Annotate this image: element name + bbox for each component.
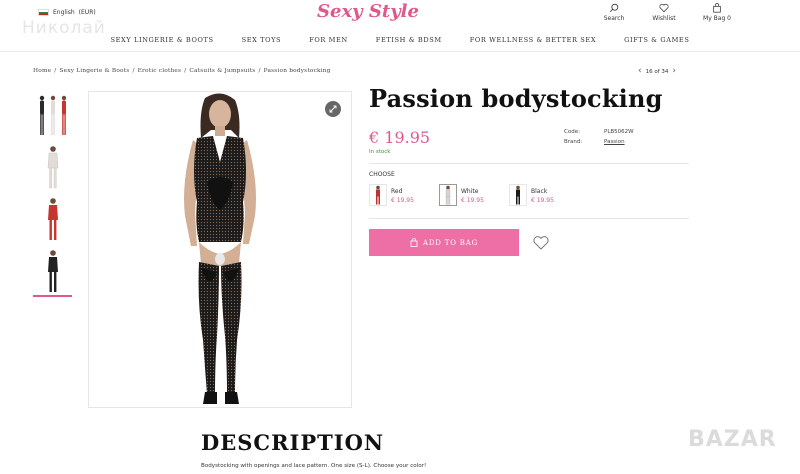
variant-swatch <box>509 184 527 206</box>
product-photo <box>184 93 256 404</box>
thumbnail-image <box>39 95 66 135</box>
thumbnail-black[interactable] <box>33 247 72 297</box>
search-label: Search <box>603 15 625 22</box>
breadcrumb-catsuits[interactable]: Catsuits & Jumpsuits <box>189 68 255 74</box>
product-meta: Code: PLB5062W Brand: Passion <box>564 129 634 149</box>
bag-icon <box>410 238 418 247</box>
main-nav: SEXY LINGERIE & BOOTS SEX TOYS FOR MEN F… <box>0 28 800 52</box>
code-label: Code: <box>564 129 580 135</box>
bag-icon <box>713 3 721 13</box>
nav-item-sex-toys[interactable]: SEX TOYS <box>228 36 296 44</box>
product-title: Passion bodystocking <box>369 84 663 113</box>
currency-label: (EUR) <box>78 9 96 16</box>
top-bar: English (EUR) Николай Sexy Style Search … <box>0 0 800 38</box>
bag-label: My Bag 0 <box>703 15 731 22</box>
color-variants: Red € 19.95 White € 19.95 Black € 19.95 <box>369 184 567 206</box>
product-price: € 19.95 <box>369 128 431 147</box>
expand-icon <box>329 105 337 113</box>
divider <box>369 163 689 164</box>
variant-name: White <box>461 188 479 195</box>
brand-link[interactable]: Passion <box>604 139 625 145</box>
search-button[interactable]: Search <box>602 3 626 22</box>
add-to-bag-button[interactable]: ADD TO BAG <box>369 229 519 256</box>
nav-item-for-men[interactable]: FOR MEN <box>295 36 362 44</box>
nav-item-wellness[interactable]: FOR WELLNESS & BETTER SEX <box>456 36 610 44</box>
product-main-image[interactable] <box>88 91 352 408</box>
thumbnail-image <box>47 250 58 292</box>
thumbnail-image <box>47 145 58 188</box>
wishlist-button[interactable]: Wishlist <box>652 3 676 22</box>
variant-price: € 19.95 <box>531 197 554 204</box>
choose-label: CHOOSE <box>369 171 395 178</box>
site-logo[interactable]: Sexy Style <box>317 1 419 22</box>
breadcrumb: Home / Sexy Lingerie & Boots / Erotic clothe… <box>33 68 331 74</box>
nav-item-fetish-bdsm[interactable]: FETISH & BDSM <box>362 36 456 44</box>
zoom-button[interactable] <box>325 101 341 117</box>
pager-label: 16 of 34 <box>645 68 669 75</box>
heart-icon <box>533 236 549 250</box>
product-pager: ‹ 16 of 34 › <box>638 67 676 76</box>
variant-name: Red <box>391 188 403 195</box>
bulgaria-flag-icon <box>38 9 49 16</box>
divider <box>369 218 689 219</box>
bag-button[interactable]: My Bag 0 <box>702 3 732 22</box>
language-selector[interactable]: English (EUR) <box>38 9 96 16</box>
variant-price: € 19.95 <box>391 197 414 204</box>
thumbnail-white[interactable] <box>33 143 72 190</box>
breadcrumb-home[interactable]: Home <box>33 68 51 74</box>
description-title: DESCRIPTION <box>201 430 385 455</box>
bazar-watermark: BAZAR <box>688 427 777 452</box>
add-to-bag-label: ADD TO BAG <box>423 238 478 247</box>
chevron-right-icon[interactable]: › <box>672 67 676 76</box>
add-to-wishlist-button[interactable] <box>532 235 550 251</box>
code-value: PLB5062W <box>604 129 634 135</box>
variant-price: € 19.95 <box>461 197 484 204</box>
header-actions: Search Wishlist My Bag 0 <box>602 3 731 22</box>
nav-item-gifts-games[interactable]: GIFTS & GAMES <box>610 36 703 44</box>
variant-white[interactable]: White € 19.95 <box>439 184 497 206</box>
breadcrumb-lingerie[interactable]: Sexy Lingerie & Boots <box>59 68 129 74</box>
variant-swatch <box>439 184 457 206</box>
description-text: Bodystocking with openings and lace patt… <box>201 463 427 469</box>
stock-status: In stock <box>369 149 391 155</box>
thumbnail-all-colors[interactable] <box>33 91 72 138</box>
chevron-left-icon[interactable]: ‹ <box>638 67 642 76</box>
heart-icon <box>659 3 669 13</box>
thumbnail-list <box>33 91 72 302</box>
variant-red[interactable]: Red € 19.95 <box>369 184 427 206</box>
breadcrumb-current: Passion bodystocking <box>263 68 331 74</box>
thumbnail-image <box>47 197 58 240</box>
thumbnail-red[interactable] <box>33 195 72 242</box>
language-label: English <box>53 9 75 16</box>
variant-black[interactable]: Black € 19.95 <box>509 184 567 206</box>
search-icon <box>609 3 619 13</box>
variant-name: Black <box>531 188 548 195</box>
variant-swatch <box>369 184 387 206</box>
wishlist-label: Wishlist <box>652 15 676 22</box>
nav-item-sexy-lingerie-boots[interactable]: SEXY LINGERIE & BOOTS <box>97 36 228 44</box>
brand-label: Brand: <box>564 139 583 145</box>
breadcrumb-erotic-clothes[interactable]: Erotic clothes <box>138 68 182 74</box>
